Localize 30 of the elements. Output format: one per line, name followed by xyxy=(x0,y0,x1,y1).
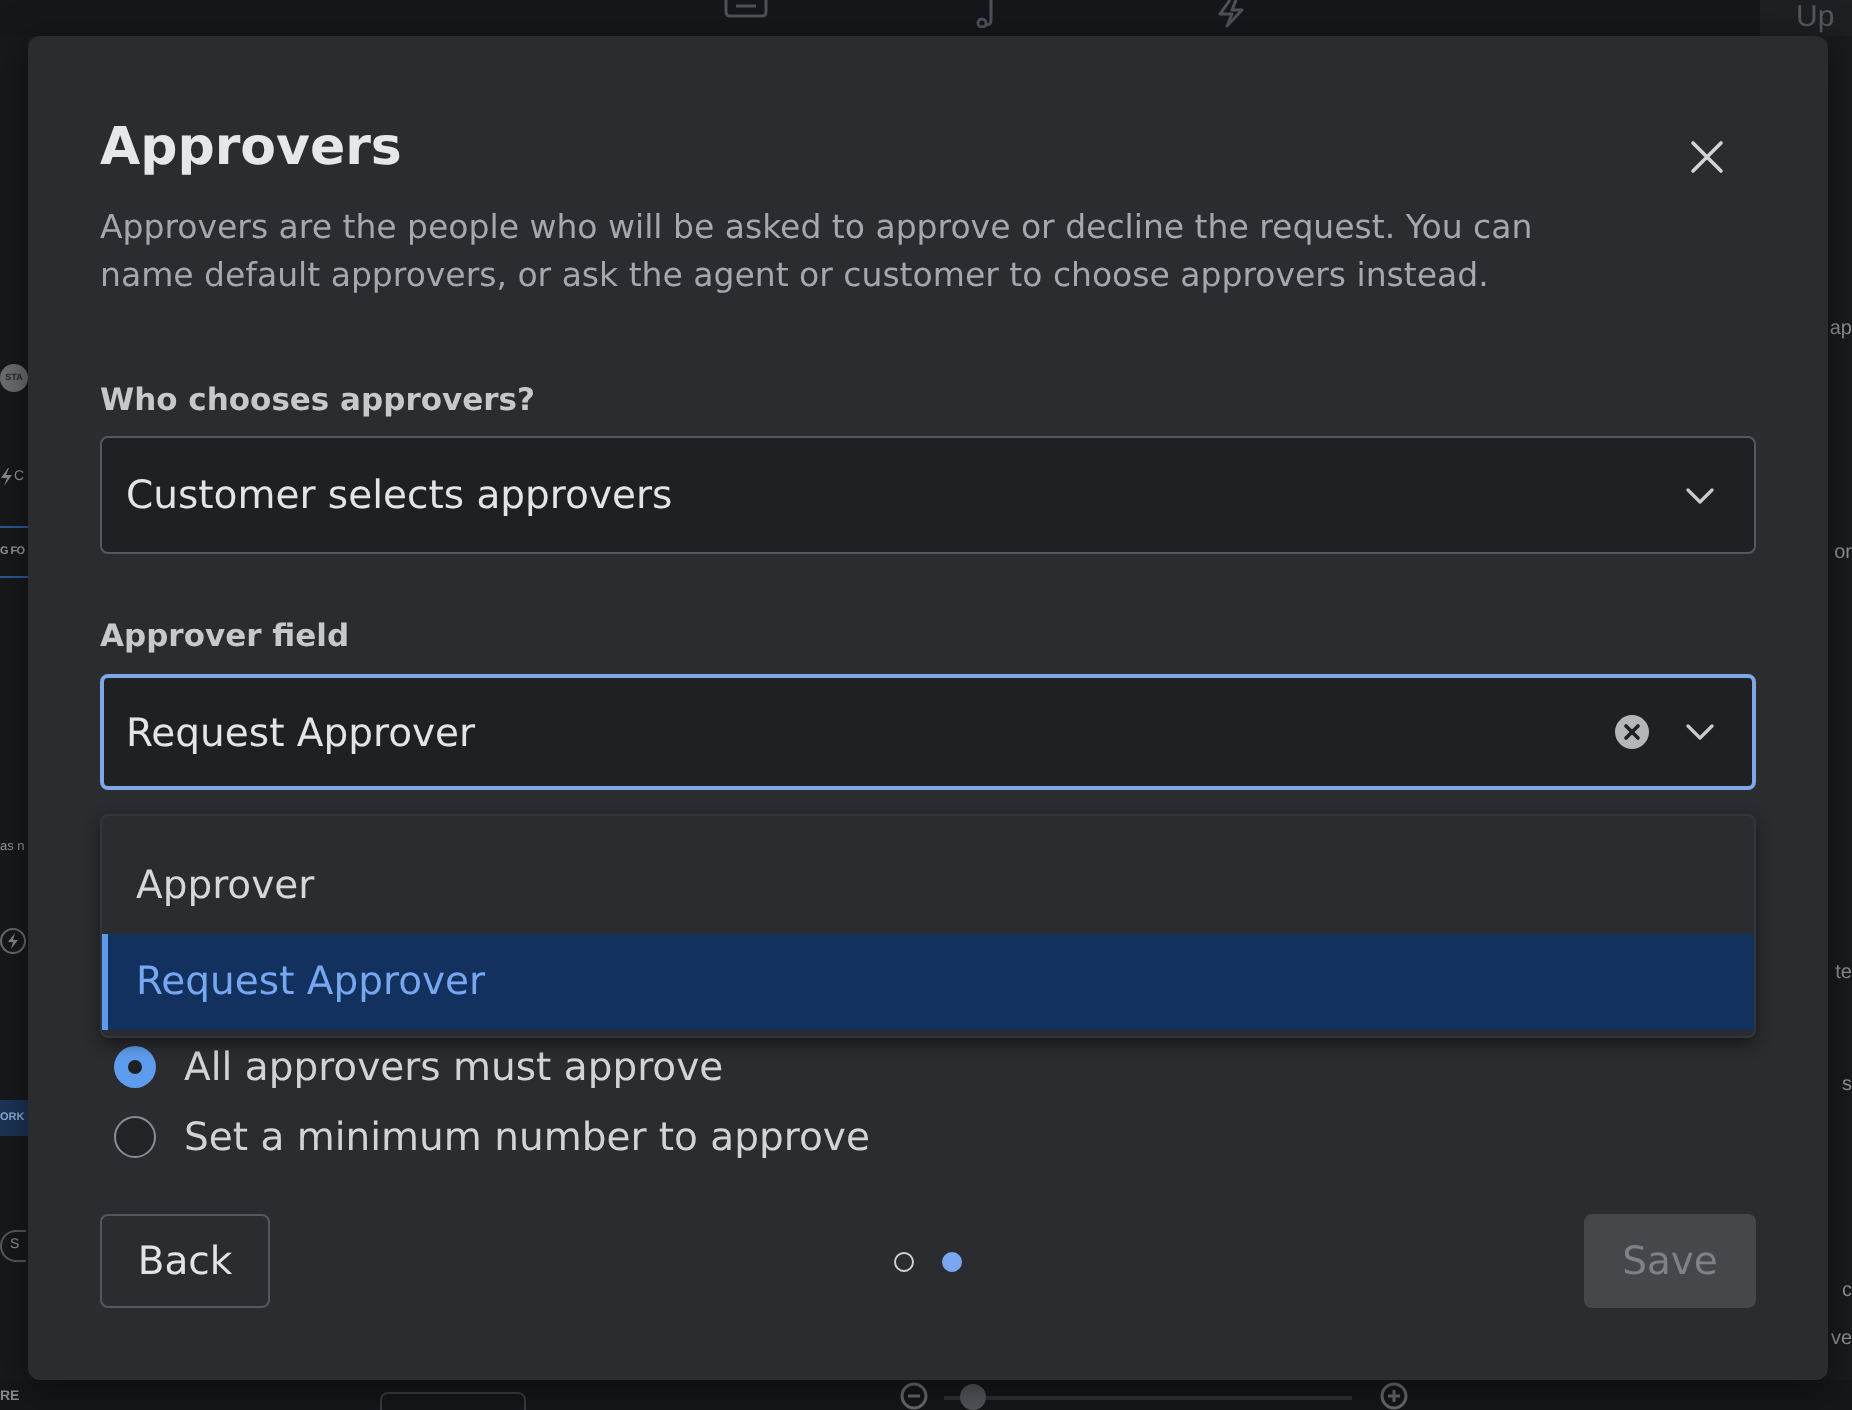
radio-label[interactable]: Set a minimum number to approve xyxy=(184,1114,870,1160)
tray-icon[interactable] xyxy=(724,0,768,18)
select-field[interactable]: Request Approver xyxy=(100,674,1756,790)
select-field[interactable]: Customer selects approvers xyxy=(100,436,1756,554)
chevron-down-icon[interactable] xyxy=(1686,724,1714,740)
back-button[interactable]: Back xyxy=(100,1214,270,1308)
panel-text: te xyxy=(1835,960,1852,988)
radio-button[interactable] xyxy=(114,1116,156,1158)
zoom-out-icon[interactable] xyxy=(900,1382,928,1410)
field-label: Approver field xyxy=(100,616,352,656)
chevron-down-icon[interactable] xyxy=(1686,487,1714,503)
slider-thumb[interactable] xyxy=(960,1384,987,1410)
radio-button[interactable] xyxy=(114,1046,156,1088)
panel-text: ve xyxy=(1830,1326,1852,1354)
dropdown-option[interactable]: Approver xyxy=(102,838,1754,934)
bolt-icon xyxy=(0,467,12,485)
field-label: Who chooses approvers? xyxy=(100,380,537,420)
close-icon[interactable] xyxy=(1690,140,1724,174)
panel-text: s xyxy=(1842,1072,1852,1100)
zoom-in-icon[interactable] xyxy=(1380,1382,1408,1410)
radio-label[interactable]: All approvers must approve xyxy=(184,1044,724,1090)
dialog-title: Approvers xyxy=(100,116,402,182)
panel-text: or xyxy=(1834,540,1852,568)
panel-text: c xyxy=(1842,1278,1852,1306)
panel-text: ap xyxy=(1829,316,1852,344)
clear-icon[interactable] xyxy=(1614,714,1650,750)
bolt-badge-icon xyxy=(0,927,26,953)
dialog-description: Approvers are the people who will be asked to approve or decline the request. You can name default approvers, or ask the agent or customer to choose approvers instead. xyxy=(100,206,1535,298)
dropdown-option[interactable]: Request Approver xyxy=(102,934,1754,1030)
music-note-icon[interactable] xyxy=(974,0,996,28)
